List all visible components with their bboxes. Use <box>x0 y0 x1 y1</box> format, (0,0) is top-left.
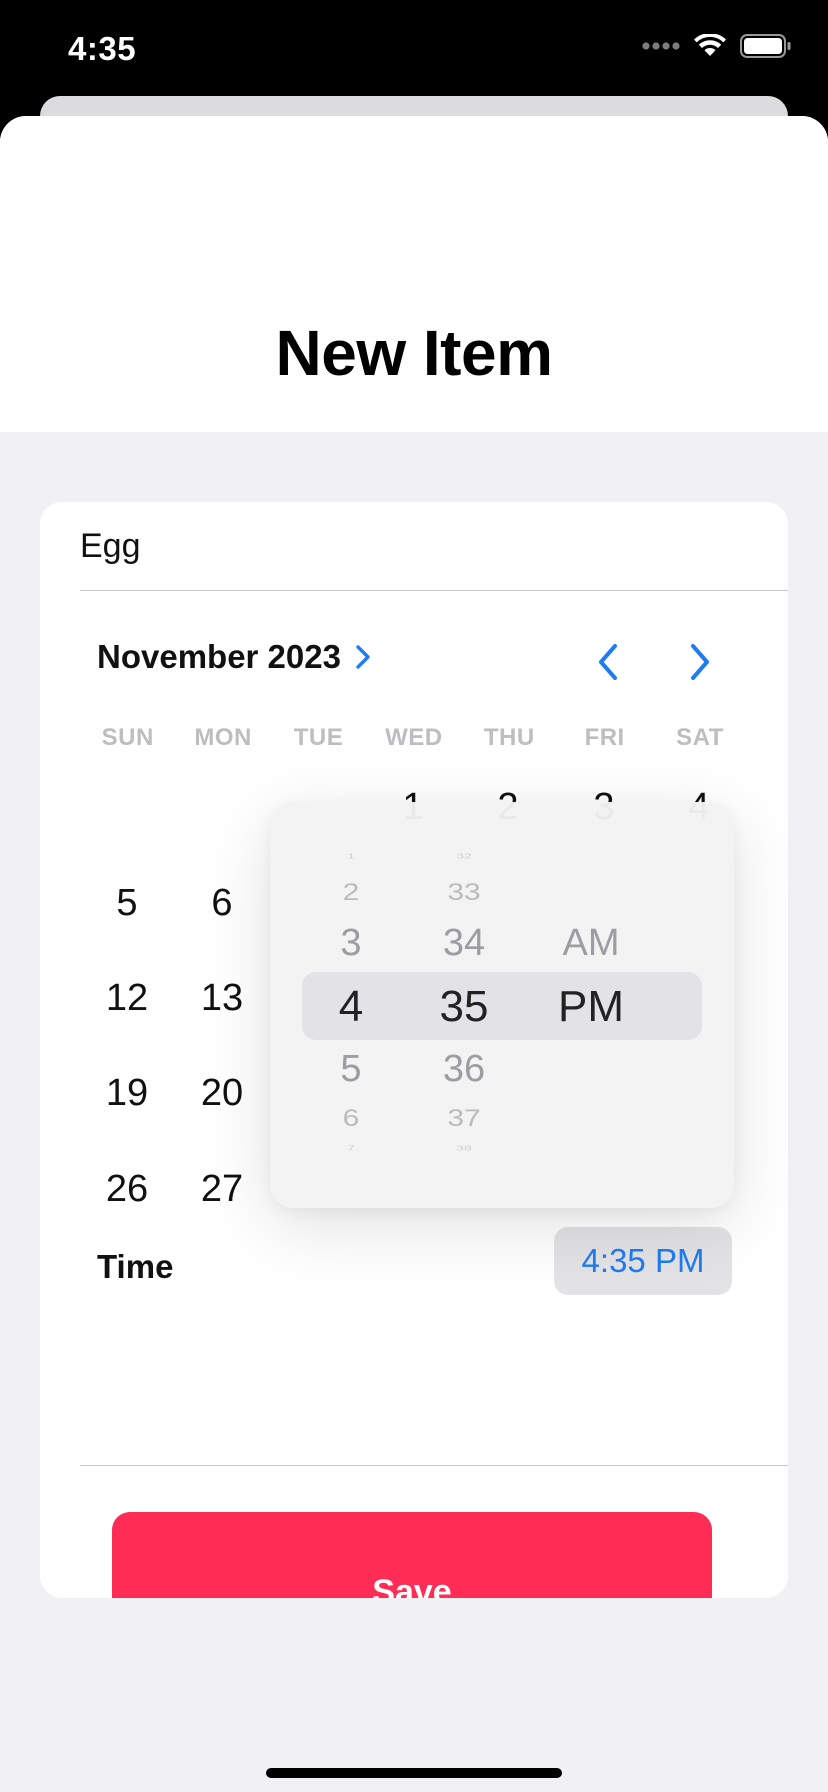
sheet-header: New Item <box>0 116 828 432</box>
chevron-right-icon <box>691 644 709 680</box>
battery-icon <box>740 34 791 58</box>
month-label: November 2023 <box>97 638 341 675</box>
weekday-label: WED <box>385 724 443 751</box>
minute-option[interactable]: 37 <box>426 1105 502 1132</box>
hour-option-selected[interactable]: 4 <box>320 982 382 1032</box>
name-divider <box>80 590 788 591</box>
period-option-selected[interactable]: PM <box>546 982 636 1032</box>
time-label: Time <box>97 1248 174 1285</box>
time-picker-popover: 1 2 3 4 5 6 7 32 33 34 35 36 37 38 AM PM <box>270 802 734 1208</box>
hour-option[interactable]: 2 <box>320 879 382 906</box>
minute-option[interactable]: 36 <box>426 1048 502 1091</box>
calendar-day[interactable]: 5 <box>87 882 167 925</box>
calendar-day[interactable]: 20 <box>182 1072 262 1115</box>
cellular-icon <box>642 42 680 50</box>
date-divider <box>80 1465 788 1466</box>
period-option[interactable]: AM <box>546 922 636 965</box>
home-indicator <box>266 1768 562 1778</box>
weekday-header: SUN MON TUE WED THU FRI SAT <box>80 724 748 752</box>
hour-option[interactable]: 7 <box>320 1144 382 1152</box>
weekday-label: THU <box>483 724 535 751</box>
hour-option[interactable]: 5 <box>320 1048 382 1091</box>
next-month-button[interactable] <box>678 640 722 684</box>
weekday-label: TUE <box>293 724 344 751</box>
status-bar: 4:35 <box>0 0 828 100</box>
weekday-label: SUN <box>101 724 154 751</box>
hour-option[interactable]: 6 <box>320 1105 382 1132</box>
minute-option[interactable]: 33 <box>426 879 502 906</box>
am-pm-wheel[interactable]: AM PM <box>546 802 636 1208</box>
chevron-right-icon <box>356 645 370 669</box>
weekday-label: MON <box>194 724 252 751</box>
minute-option[interactable]: 38 <box>426 1144 502 1152</box>
calendar-day[interactable]: 13 <box>182 977 262 1020</box>
chevron-left-icon <box>599 644 617 680</box>
hour-wheel[interactable]: 1 2 3 4 5 6 7 <box>320 802 382 1208</box>
previous-month-button[interactable] <box>586 640 630 684</box>
save-button[interactable]: Save <box>112 1512 712 1598</box>
minute-wheel[interactable]: 32 33 34 35 36 37 38 <box>426 802 502 1208</box>
weekday-label: FRI <box>584 724 625 751</box>
page-title: New Item <box>275 317 553 389</box>
weekday-label: SAT <box>676 724 724 751</box>
minute-option[interactable]: 32 <box>426 852 502 860</box>
time-value-button[interactable]: 4:35 PM <box>554 1227 732 1295</box>
month-year-picker-button[interactable]: November 2023 <box>97 638 371 676</box>
wifi-icon <box>694 34 726 56</box>
hour-option[interactable]: 3 <box>320 922 382 965</box>
calendar-day[interactable]: 26 <box>87 1168 167 1211</box>
calendar-day[interactable]: 6 <box>182 882 262 925</box>
status-time: 4:35 <box>68 30 137 67</box>
calendar-day[interactable]: 12 <box>87 977 167 1020</box>
minute-option[interactable]: 34 <box>426 922 502 965</box>
status-icons <box>642 34 792 58</box>
item-name-input[interactable] <box>80 522 740 570</box>
calendar-day[interactable]: 19 <box>87 1072 167 1115</box>
hour-option[interactable]: 1 <box>320 852 382 860</box>
minute-option-selected[interactable]: 35 <box>426 982 502 1032</box>
calendar-day[interactable]: 27 <box>182 1168 262 1211</box>
